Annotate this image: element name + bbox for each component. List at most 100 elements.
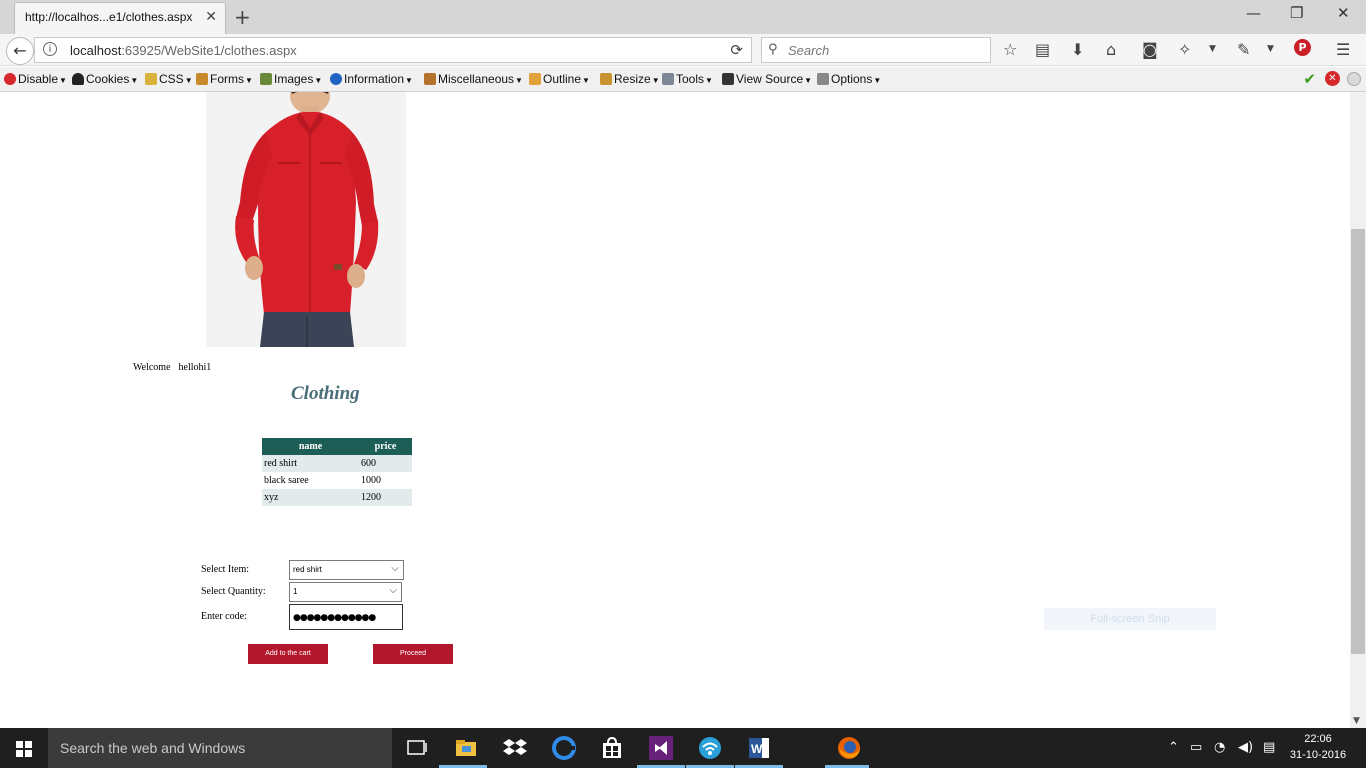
dev-miscellaneous-menu[interactable]: Miscellaneous▼ [424,72,523,86]
dev-tools-menu[interactable]: Tools▼ [662,72,713,86]
validation-ok-icon[interactable]: ✔ [1303,70,1316,88]
download-icon[interactable]: ⬇ [1071,40,1084,59]
information-icon [330,73,342,85]
select-quantity-dropdown[interactable]: 1 ⌵ [289,582,402,602]
taskbar-search[interactable]: Search the web and Windows [48,728,392,768]
forms-icon [196,73,208,85]
network-icon[interactable]: ◔ [1214,740,1225,755]
column-header-price[interactable]: price [359,438,412,455]
dev-css-menu[interactable]: CSS▼ [145,72,193,86]
snip-overlay-label: Full-screen Snip [1044,608,1216,630]
table-row: xyz 1200 [262,489,412,506]
tools-icon [662,73,674,85]
restore-icon[interactable]: ❐ [1290,4,1303,22]
firefox-icon[interactable] [837,736,861,760]
minimize-icon[interactable]: — [1246,4,1261,22]
dev-resize-menu[interactable]: Resize▼ [600,72,660,86]
extension-dropdown-icon[interactable]: ▼ [1209,44,1216,54]
edge-browser-icon[interactable] [552,736,576,760]
dev-images-menu[interactable]: Images▼ [260,72,322,86]
dropbox-icon[interactable] [503,736,527,760]
chevron-down-icon: ⌵ [389,585,397,596]
tray-chevron-up-icon[interactable]: ⌃ [1168,740,1179,755]
web-developer-toolbar: Disable▼ Cookies▼ CSS▼ Forms▼ Images▼ In… [0,67,1366,92]
pocket-icon[interactable]: ◙ [1142,40,1158,59]
tab-close-icon[interactable]: ✕ [205,9,217,25]
file-explorer-icon[interactable] [454,736,478,760]
dev-item-label: Resize [614,72,651,86]
tab-title: http://localhos...e1/clothes.aspx [25,10,193,24]
table-header-row: name price [262,438,412,455]
search-bar[interactable]: ⚲ Search [761,37,991,63]
code-input-value: ●●●●●●●●●●●● [293,613,376,623]
vertical-scrollbar[interactable]: ▼ [1350,92,1366,728]
tab-strip: http://localhos...e1/clothes.aspx ✕ + — … [0,0,1366,34]
dev-cookies-menu[interactable]: Cookies▼ [72,72,138,86]
table-cell-price: 600 [359,455,412,472]
clock-date: 31-10-2016 [1289,749,1347,761]
action-center-icon[interactable]: ▤ [1263,740,1275,755]
info-icon[interactable]: i [43,42,57,56]
select-item-dropdown[interactable]: red shirt ⌵ [289,560,404,580]
dev-item-label: Forms [210,72,244,86]
menu-icon[interactable]: ☰ [1336,40,1350,59]
new-tab-icon[interactable]: + [234,5,251,29]
tools-extension-icon[interactable]: ✎ [1237,40,1250,59]
table-cell-name: xyz [262,489,359,506]
dev-forms-menu[interactable]: Forms▼ [196,72,253,86]
volume-icon[interactable]: ◀) [1238,740,1253,755]
visual-studio-icon[interactable] [649,736,673,760]
table-row: red shirt 600 [262,455,412,472]
column-header-name[interactable]: name [262,438,359,455]
dev-item-label: Miscellaneous [438,72,515,86]
table-cell-price: 1200 [359,489,412,506]
extension-icon[interactable]: ✧ [1178,40,1191,59]
start-button[interactable] [0,728,48,768]
code-input[interactable]: ●●●●●●●●●●●● [289,604,403,630]
reading-list-icon[interactable]: ▤ [1035,40,1050,59]
home-icon[interactable]: ⌂ [1106,40,1116,59]
scrollbar-thumb[interactable] [1351,229,1365,654]
dev-item-label: View Source [736,72,804,86]
pinterest-icon[interactable]: P [1294,39,1311,56]
dev-options-menu[interactable]: Options▼ [817,72,881,86]
search-icon: ⚲ [768,42,778,57]
dev-outline-menu[interactable]: Outline▼ [529,72,590,86]
url-bar[interactable]: i localhost:63925/WebSite1/clothes.aspx … [34,37,752,63]
view-source-icon [722,73,734,85]
dev-item-label: Tools [676,72,705,86]
browser-tab[interactable]: http://localhos...e1/clothes.aspx ✕ [14,2,226,34]
page-content: Welcome hellohi1 Clothing name price red … [0,92,1350,728]
store-icon[interactable] [600,736,624,760]
word-icon[interactable]: W [747,736,771,760]
bookmark-star-icon[interactable]: ☆ [1003,40,1017,59]
select-item-value: red shirt [293,565,322,574]
navigation-bar: ← i localhost:63925/WebSite1/clothes.asp… [0,34,1366,66]
proceed-button[interactable]: Proceed [373,644,453,664]
welcome-label: Welcome [133,362,171,373]
add-to-cart-button[interactable]: Add to the cart [248,644,328,664]
table-cell-price: 1000 [359,472,412,489]
taskbar: Search the web and Windows W ⌃ ▭ ◔ ◀) ▤ … [0,728,1366,768]
scroll-down-icon[interactable]: ▼ [1353,716,1360,726]
status-dot-icon[interactable] [1347,72,1361,86]
reload-icon[interactable]: ⟳ [730,41,743,59]
task-view-icon[interactable] [405,736,429,760]
dev-information-menu[interactable]: Information▼ [330,72,413,86]
images-icon [260,73,272,85]
dev-view-source-menu[interactable]: View Source▼ [722,72,812,86]
validation-error-icon[interactable]: ✕ [1325,71,1340,86]
username: hellohi1 [178,362,212,373]
select-item-label: Select Item: [201,564,250,575]
svg-text:W: W [751,742,763,756]
resize-icon [600,73,612,85]
close-window-icon[interactable]: ✕ [1337,4,1350,22]
dev-disable-menu[interactable]: Disable▼ [4,72,67,86]
taskbar-clock[interactable]: 22:06 31-10-2016 [1288,731,1348,763]
table-cell-name: red shirt [262,455,359,472]
wifi-app-icon[interactable] [698,736,722,760]
battery-icon[interactable]: ▭ [1190,740,1202,755]
back-icon[interactable]: ← [6,37,34,65]
tools-dropdown-icon[interactable]: ▼ [1267,44,1274,54]
enter-code-label: Enter code: [201,611,247,622]
